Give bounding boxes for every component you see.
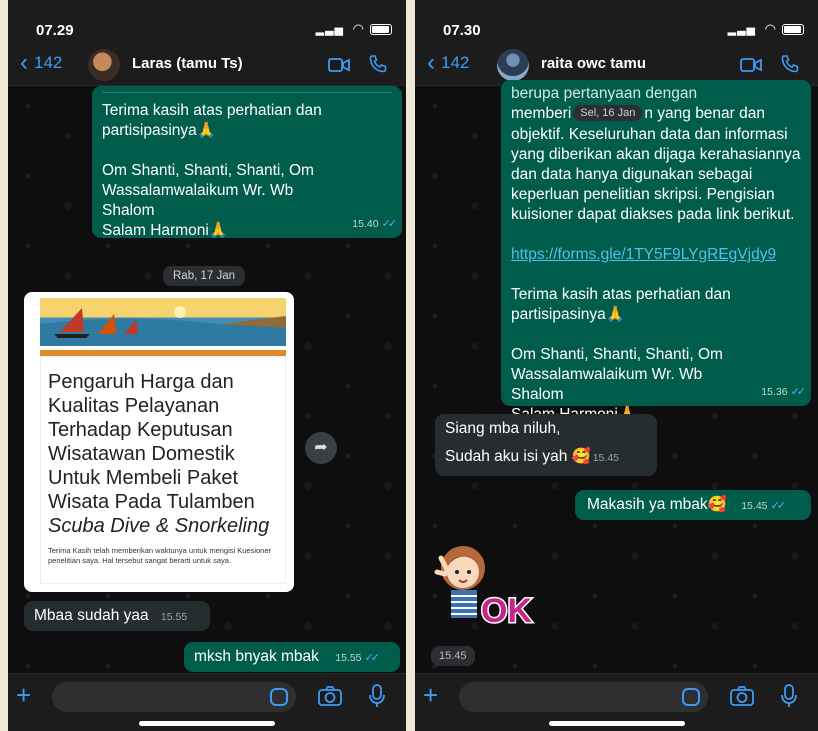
message-text: Terima kasih atas perhatian dan partisip… (102, 102, 322, 239)
ok-sticker[interactable]: OK (433, 538, 563, 628)
message-text: memberi (511, 105, 572, 122)
message-outgoing[interactable]: Makasih ya mbak🥰 15.45 ✓✓ (575, 490, 811, 520)
signal-icon: ▂▃▅ (315, 24, 344, 36)
document-title: Pengaruh Harga dan Kualitas Pelayanan Te… (48, 370, 284, 538)
video-call-icon[interactable] (328, 57, 350, 73)
input-bar: + (8, 673, 406, 731)
camera-icon[interactable] (318, 686, 342, 706)
avatar[interactable] (497, 49, 529, 81)
battery-icon (370, 24, 392, 35)
plus-icon[interactable]: + (423, 680, 438, 711)
input-bar: + (415, 673, 818, 731)
message-text: Makasih ya mbak🥰 (587, 496, 727, 513)
wifi-icon: ◠ (764, 21, 776, 36)
chat-screen-right: 07.30 ▂▃▅ ◠ ‹ 142 raita owc tamu berupa … (415, 0, 818, 731)
message-outgoing[interactable]: mksh bnyak mbak 15.55 ✓✓ (184, 642, 400, 672)
message-time: 15.45 (431, 646, 475, 666)
chat-header: ‹ 142 Laras (tamu Ts) (8, 44, 406, 86)
back-button[interactable]: ‹ 142 (20, 49, 63, 76)
mic-icon[interactable] (368, 684, 386, 708)
message-input[interactable] (52, 682, 296, 712)
survey-link[interactable]: https://forms.gle/1TY5F9LYgREgVjdy9 (511, 246, 776, 263)
home-indicator (548, 721, 685, 726)
message-input[interactable] (459, 682, 708, 712)
message-time: 15.55 (160, 611, 188, 623)
video-call-icon[interactable] (740, 57, 762, 73)
message-time: 15.45 (592, 452, 619, 464)
contact-name[interactable]: Laras (tamu Ts) (132, 55, 243, 72)
message-meta: 15.55 ✓✓ (335, 652, 381, 664)
contact-name[interactable]: raita owc tamu (541, 55, 646, 72)
phone-call-icon[interactable] (368, 54, 388, 74)
message-text: mksh bnyak mbak (194, 648, 319, 665)
message-closing: Terima kasih atas perhatian dan partisip… (511, 286, 731, 423)
phone-call-icon[interactable] (780, 54, 800, 74)
message-outgoing[interactable]: Terima kasih atas perhatian dan partisip… (92, 86, 402, 239)
sticker-icon[interactable] (270, 688, 288, 706)
message-incoming[interactable]: Siang mba niluh, Sudah aku isi yah 🥰 15.… (435, 414, 657, 476)
message-line: memberi Sel, 16 Jan n yang benar dan (511, 104, 801, 125)
title-plain: Pengaruh Harga dan Kualitas Pelayanan Te… (48, 371, 255, 513)
message-time: 15.55 (335, 652, 362, 664)
battery-icon (782, 24, 804, 35)
read-ticks-icon: ✓✓ (790, 386, 807, 398)
sticker-icon[interactable] (682, 688, 700, 706)
message-time: 15.45 (741, 500, 768, 512)
status-time: 07.30 (443, 22, 481, 39)
status-bar: 07.30 ▂▃▅ ◠ (415, 0, 818, 44)
message-text: Mbaa sudah yaa (34, 607, 149, 624)
banner-image (40, 298, 286, 346)
plus-icon[interactable]: + (16, 680, 31, 711)
avatar[interactable] (88, 49, 120, 81)
signal-icon: ▂▃▅ (727, 24, 756, 36)
document-text: Terima Kasih telah memberikan waktunya u… (48, 546, 272, 565)
read-ticks-icon: ✓✓ (770, 500, 787, 512)
unread-count: 142 (441, 53, 470, 72)
message-time: 15.36 (761, 386, 788, 398)
message-meta: 15.36 ✓✓ (761, 382, 807, 402)
unread-count: 142 (34, 53, 63, 72)
message-time: 15.55 (259, 574, 286, 586)
message-meta: 15.40 ✓✓ (352, 214, 398, 234)
message-meta: 15.45 ✓✓ (741, 500, 787, 512)
date-separator: Rab, 17 Jan (163, 266, 246, 286)
mic-icon[interactable] (780, 684, 798, 708)
message-incoming[interactable]: Mbaa sudah yaa 15.55 (24, 601, 210, 631)
message-outgoing[interactable]: berupa pertanyaan dengan memberi Sel, 16 … (501, 80, 811, 423)
title-italic: Scuba Dive & Snorkeling (48, 515, 270, 537)
wifi-icon: ◠ (352, 21, 364, 36)
image-message[interactable]: Pengaruh Harga dan Kualitas Pelayanan Te… (24, 292, 294, 592)
back-button[interactable]: ‹ 142 (427, 49, 470, 76)
sticker-text: OK (481, 592, 532, 628)
back-chevron-icon: ‹ (427, 49, 435, 76)
message-partial-top: berupa pertanyaan dengan (511, 85, 698, 102)
back-chevron-icon: ‹ (20, 49, 28, 76)
date-separator: Sel, 16 Jan (573, 105, 643, 121)
chat-screen-left: 07.29 ▂▃▅ ◠ ‹ 142 Laras (tamu Ts) Terima… (8, 0, 406, 731)
home-indicator (139, 721, 275, 726)
status-bar: 07.29 ▂▃▅ ◠ (8, 0, 406, 44)
status-time: 07.29 (36, 22, 74, 39)
message-body: objektif. Keseluruhan data dan informasi… (511, 126, 801, 223)
read-ticks-icon: ✓✓ (381, 218, 398, 230)
camera-icon[interactable] (730, 686, 754, 706)
read-ticks-icon: ✓✓ (364, 652, 381, 664)
message-text: n yang benar dan (644, 105, 765, 122)
forward-icon[interactable]: ➦ (305, 432, 337, 464)
message-time: 15.40 (352, 218, 379, 230)
